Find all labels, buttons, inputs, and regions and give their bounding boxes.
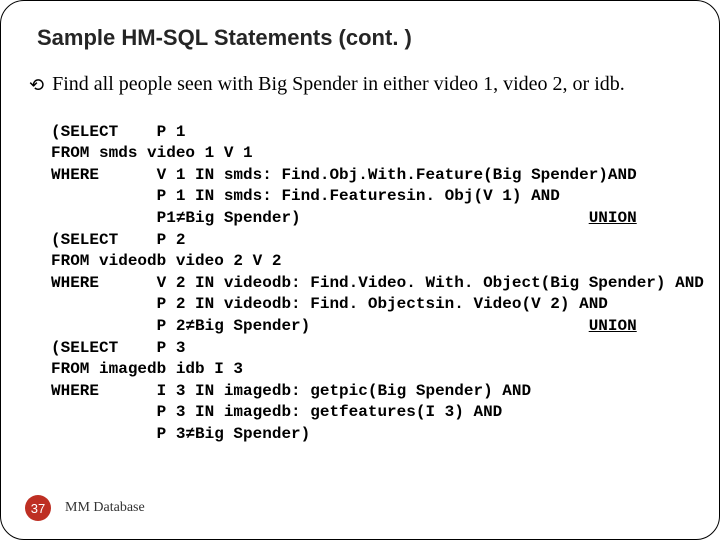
code-line: P 2 IN videodb: Find. Objectsin. Video(V… [51,295,608,313]
code-line: FROM imagedb idb I 3 [51,360,243,378]
slide-footer: 37 MM Database [25,495,145,521]
page-number-badge: 37 [25,495,51,521]
slide: Sample HM-SQL Statements (cont. ) ⟲ Find… [0,0,720,540]
code-line: (SELECT P 2 [51,231,185,249]
code-line: FROM smds video 1 V 1 [51,144,253,162]
code-line: P1≠Big Spender) [51,209,301,227]
code-line: P 3 IN imagedb: getfeatures(I 3) AND [51,403,502,421]
code-line: P 2≠Big Spender) [51,317,310,335]
code-line: (SELECT P 3 [51,339,185,357]
sql-code-block: (SELECT P 1 FROM smds video 1 V 1 WHERE … [51,100,691,446]
slide-title: Sample HM-SQL Statements (cont. ) [37,25,691,51]
code-line: FROM videodb video 2 V 2 [51,252,281,270]
footer-label: MM Database [65,500,145,516]
code-line: WHERE V 1 IN smds: Find.Obj.With.Feature… [51,166,637,184]
union-keyword: UNION [589,317,637,335]
code-line: WHERE V 2 IN videodb: Find.Video. With. … [51,274,704,292]
code-line: P 1 IN smds: Find.Featuresin. Obj(V 1) A… [51,187,560,205]
prompt-line: ⟲ Find all people seen with Big Spender … [29,73,691,96]
code-line: (SELECT P 1 [51,123,185,141]
prompt-text: Find all people seen with Big Spender in… [52,73,625,96]
code-line: WHERE I 3 IN imagedb: getpic(Big Spender… [51,382,531,400]
code-line: P 3≠Big Spender) [51,425,310,443]
bullet-icon: ⟲ [29,74,44,96]
union-keyword: UNION [589,209,637,227]
